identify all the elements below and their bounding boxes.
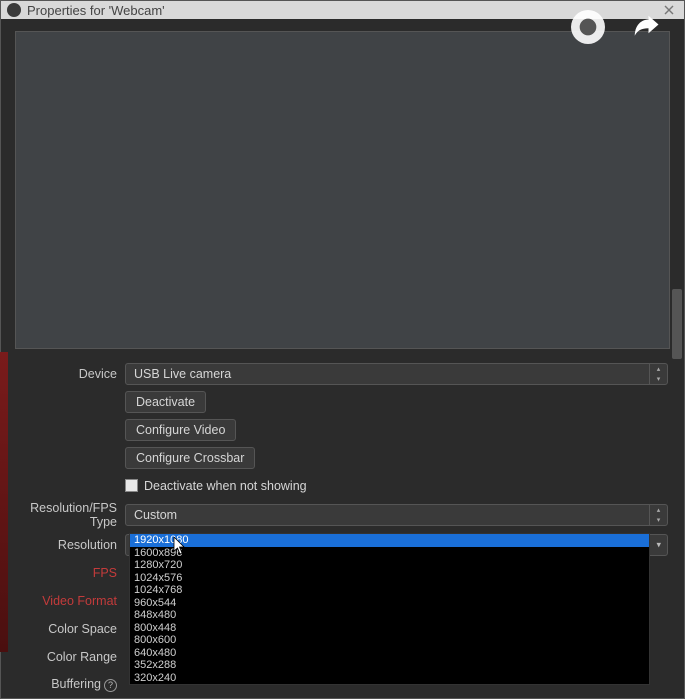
buffering-label: Buffering? bbox=[17, 677, 125, 692]
resolution-option[interactable]: 640x480 bbox=[130, 647, 649, 660]
resolution-option[interactable]: 1920x1080 bbox=[130, 534, 649, 547]
res-fps-type-dropdown[interactable]: Custom ▴▾ bbox=[125, 504, 668, 526]
video-format-label: Video Format bbox=[17, 594, 125, 608]
stepper-icon: ▴▾ bbox=[649, 505, 667, 525]
resolution-option[interactable]: 1600x896 bbox=[130, 547, 649, 560]
resolution-label: Resolution bbox=[17, 538, 125, 552]
resolution-options-list[interactable]: 1920x10801600x8961280x7201024x5761024x76… bbox=[129, 533, 650, 685]
configure-video-button[interactable]: Configure Video bbox=[125, 419, 236, 441]
resolution-option[interactable]: 960x544 bbox=[130, 597, 649, 610]
share-button[interactable] bbox=[629, 10, 663, 44]
properties-dialog: Properties for 'Webcam' Device USB Live … bbox=[0, 0, 685, 699]
deactivate-checkbox-label: Deactivate when not showing bbox=[144, 479, 307, 493]
watch-later-button[interactable] bbox=[571, 10, 605, 44]
resolution-option[interactable]: 800x600 bbox=[130, 634, 649, 647]
resolution-option[interactable]: 800x448 bbox=[130, 622, 649, 635]
color-space-label: Color Space bbox=[17, 622, 125, 636]
vertical-scrollbar[interactable] bbox=[671, 42, 683, 659]
res-fps-type-value: Custom bbox=[134, 508, 177, 522]
resolution-option[interactable]: 848x480 bbox=[130, 609, 649, 622]
chevron-down-icon: ▾ bbox=[656, 539, 661, 550]
fps-label: FPS bbox=[17, 566, 125, 580]
stepper-icon: ▴▾ bbox=[649, 364, 667, 384]
device-label: Device bbox=[17, 367, 125, 381]
dialog-body: Device USB Live camera ▴▾ Deactivate Con… bbox=[1, 19, 684, 699]
resolution-option[interactable]: 1280x720 bbox=[130, 559, 649, 572]
video-preview bbox=[15, 31, 670, 349]
configure-crossbar-button[interactable]: Configure Crossbar bbox=[125, 447, 255, 469]
app-icon bbox=[7, 3, 21, 17]
res-fps-type-label: Resolution/FPS Type bbox=[17, 501, 125, 529]
settings-form: Device USB Live camera ▴▾ Deactivate Con… bbox=[11, 361, 674, 699]
resolution-option[interactable]: 1024x576 bbox=[130, 572, 649, 585]
scrollbar-thumb[interactable] bbox=[672, 289, 682, 359]
background-edge bbox=[0, 352, 8, 652]
color-range-label: Color Range bbox=[17, 650, 125, 664]
resolution-option[interactable]: 352x288 bbox=[130, 659, 649, 672]
resolution-option[interactable]: 320x240 bbox=[130, 672, 649, 685]
help-icon[interactable]: ? bbox=[104, 679, 117, 692]
resolution-option[interactable]: 1024x768 bbox=[130, 584, 649, 597]
deactivate-button[interactable]: Deactivate bbox=[125, 391, 206, 413]
deactivate-when-not-showing-checkbox[interactable] bbox=[125, 479, 138, 492]
device-dropdown[interactable]: USB Live camera ▴▾ bbox=[125, 363, 668, 385]
window-title: Properties for 'Webcam' bbox=[27, 3, 660, 18]
video-overlay-controls bbox=[571, 10, 663, 44]
device-value: USB Live camera bbox=[134, 367, 231, 381]
